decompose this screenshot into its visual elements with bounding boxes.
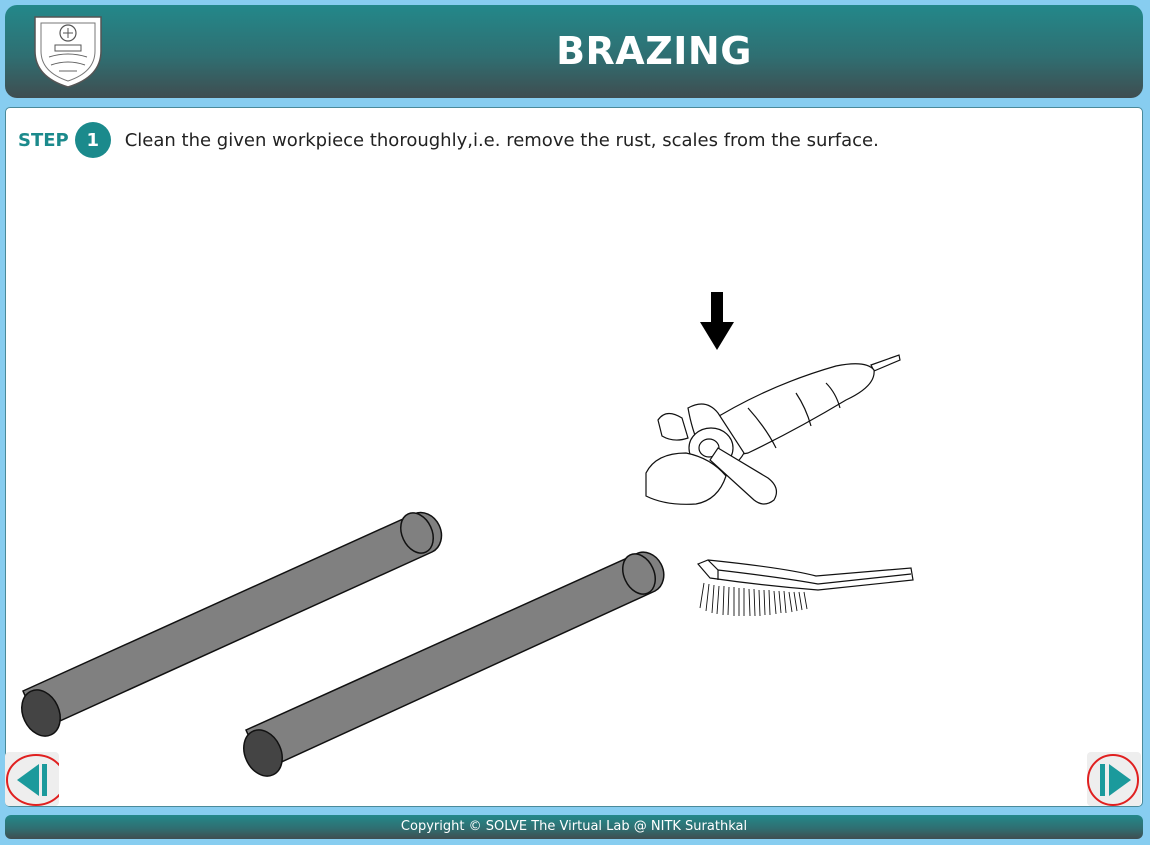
next-button[interactable]: [1087, 752, 1141, 806]
next-icon: [1087, 754, 1139, 806]
previous-button[interactable]: [5, 752, 59, 806]
angle-grinder-icon: [645, 354, 901, 505]
wire-brush-icon: [696, 559, 914, 617]
header-bar: BRAZING: [5, 5, 1143, 98]
page-title: BRAZING: [556, 29, 752, 73]
copyright-text: Copyright © SOLVE The Virtual Lab @ NITK…: [400, 819, 748, 834]
footer-bar: Copyright © SOLVE The Virtual Lab @ NITK…: [5, 815, 1143, 839]
down-arrow-icon: [700, 292, 734, 350]
illustration-scene: [21, 292, 914, 777]
previous-icon: [6, 754, 59, 806]
content-panel: STEP 1 Clean the given workpiece thoroug…: [5, 107, 1143, 807]
